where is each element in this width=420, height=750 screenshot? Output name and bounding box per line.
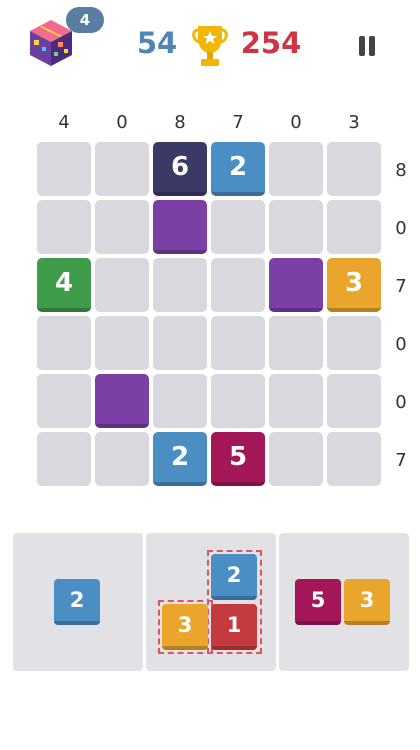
column-sum: 7 xyxy=(232,112,244,133)
board-cell[interactable] xyxy=(269,142,323,196)
number-tile: 3 xyxy=(327,258,381,312)
best-score: 254 xyxy=(240,26,302,60)
board-cell[interactable] xyxy=(327,316,381,370)
board-cell[interactable] xyxy=(153,258,207,312)
board-cell[interactable] xyxy=(211,316,265,370)
number-tile: 5 xyxy=(211,432,265,486)
board-cell[interactable] xyxy=(95,142,149,196)
blocker-tile xyxy=(95,374,149,428)
board-cell[interactable] xyxy=(211,374,265,428)
number-tile: 2 xyxy=(211,142,265,196)
board-cell[interactable] xyxy=(153,316,207,370)
blocker-tile xyxy=(269,258,323,312)
board-cell[interactable] xyxy=(269,200,323,254)
board-cell[interactable] xyxy=(37,374,91,428)
board-cell[interactable] xyxy=(211,258,265,312)
board-cell[interactable] xyxy=(153,374,207,428)
current-score: 54 xyxy=(136,26,178,60)
board-cell[interactable] xyxy=(37,142,91,196)
row-sum: 0 xyxy=(395,218,407,239)
row-sum: 7 xyxy=(395,276,407,297)
row-sum: 7 xyxy=(395,450,407,471)
board-cell[interactable] xyxy=(37,432,91,486)
row-sum: 0 xyxy=(395,392,407,413)
piece-tray-1[interactable]: 2 xyxy=(13,533,143,671)
column-sum: 0 xyxy=(116,112,128,133)
piece-tile: 3 xyxy=(162,604,208,650)
piece-tray-3[interactable]: 5 3 xyxy=(279,533,409,671)
board-cell[interactable] xyxy=(327,200,381,254)
column-sum: 8 xyxy=(174,112,186,133)
piece-tray-2[interactable]: 2 3 1 xyxy=(146,533,276,671)
board-cell[interactable] xyxy=(327,142,381,196)
column-sum: 0 xyxy=(290,112,302,133)
board-cell[interactable] xyxy=(95,258,149,312)
board-cell[interactable] xyxy=(95,432,149,486)
piece-tile: 2 xyxy=(54,579,100,625)
column-sum: 3 xyxy=(348,112,360,133)
column-sum: 4 xyxy=(58,112,70,133)
pause-icon[interactable] xyxy=(356,36,378,58)
board-cell[interactable] xyxy=(327,432,381,486)
board-cell[interactable] xyxy=(95,316,149,370)
piece-tile: 1 xyxy=(211,604,257,650)
piece-tile: 3 xyxy=(344,579,390,625)
number-tile: 2 xyxy=(153,432,207,486)
board-cell[interactable] xyxy=(269,374,323,428)
board-cell[interactable] xyxy=(211,200,265,254)
board-cell[interactable] xyxy=(269,316,323,370)
number-tile: 4 xyxy=(37,258,91,312)
board-cell[interactable] xyxy=(37,316,91,370)
board-cell[interactable] xyxy=(269,432,323,486)
piece-tile: 5 xyxy=(295,579,341,625)
board-cell[interactable] xyxy=(327,374,381,428)
blocker-tile xyxy=(153,200,207,254)
row-sum: 8 xyxy=(395,160,407,181)
gift-count-badge: 4 xyxy=(66,7,104,33)
piece-tile: 2 xyxy=(211,554,257,600)
board-cell[interactable] xyxy=(37,200,91,254)
board-cell[interactable] xyxy=(95,200,149,254)
row-sum: 0 xyxy=(395,334,407,355)
trophy-icon xyxy=(192,26,228,66)
number-tile: 6 xyxy=(153,142,207,196)
